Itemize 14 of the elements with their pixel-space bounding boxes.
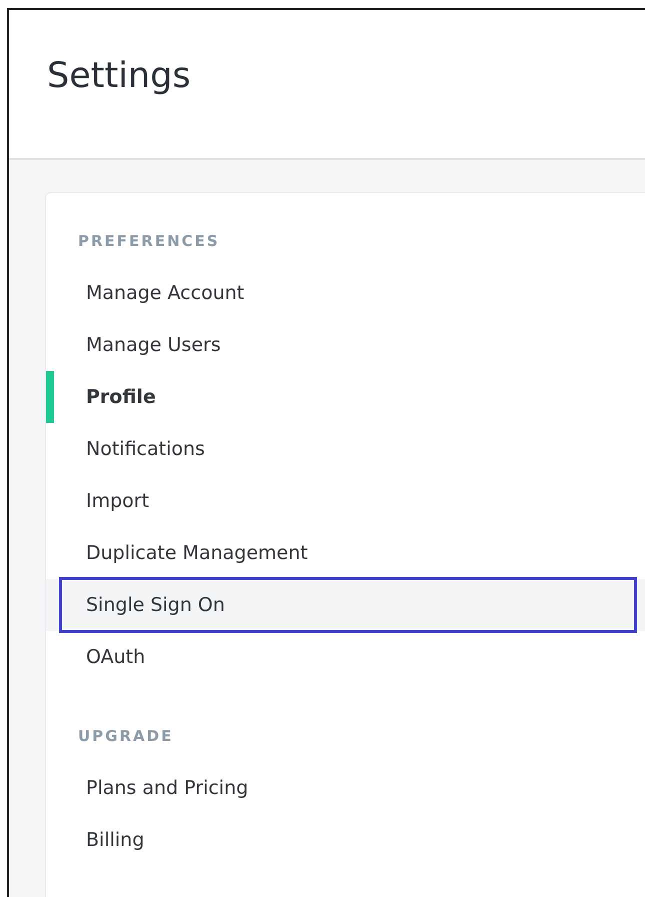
menu-item[interactable]: Manage Users bbox=[46, 319, 645, 371]
menu-item[interactable]: Single Sign On bbox=[46, 579, 645, 631]
menu-item[interactable]: Duplicate Management bbox=[46, 527, 645, 579]
menu-item[interactable]: Plans and Pricing bbox=[46, 762, 645, 814]
section-heading: UPGRADE bbox=[77, 726, 174, 746]
menu-item[interactable]: Profile bbox=[46, 371, 645, 423]
page-title: Settings bbox=[47, 56, 191, 96]
active-indicator bbox=[46, 371, 54, 423]
menu-item[interactable]: Billing bbox=[46, 814, 645, 866]
menu-item[interactable]: Notifications bbox=[46, 423, 645, 475]
menu-item[interactable]: Import bbox=[46, 475, 645, 527]
menu-item[interactable]: Manage Account bbox=[46, 267, 645, 319]
menu-item[interactable]: OAuth bbox=[46, 631, 645, 683]
section-heading: PREFERENCES bbox=[77, 231, 221, 251]
